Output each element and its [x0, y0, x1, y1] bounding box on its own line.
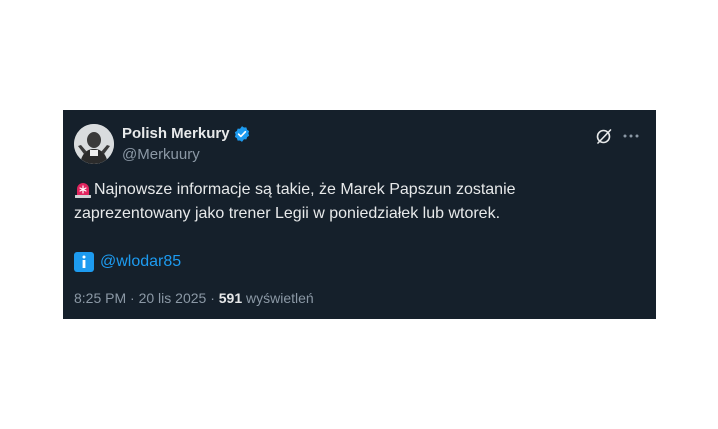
mention-row: @wlodar85: [74, 250, 181, 274]
grok-icon[interactable]: [595, 127, 613, 145]
verified-badge-icon: [233, 125, 251, 143]
views-count: 591: [218, 290, 243, 306]
author-name-row[interactable]: Polish Merkury: [122, 124, 251, 144]
views-label: wyświetleń: [246, 290, 314, 306]
avatar[interactable]: [74, 124, 114, 164]
author-handle[interactable]: @Merkuury: [122, 145, 200, 165]
meta-separator: ·: [210, 290, 219, 306]
tweet-text: Najnowsze informacje są takie, że Marek …: [74, 178, 644, 226]
more-horizontal-icon[interactable]: [622, 127, 640, 145]
tweet-text-line-2-text: zaprezentowany jako trener Legii w ponie…: [74, 205, 501, 222]
tweet-text-line-2: zaprezentowany jako trener Legii w ponie…: [74, 202, 644, 226]
tweet-meta: 8:25 PM · 20 lis 2025 · 591 wyświetleń: [74, 288, 314, 308]
meta-separator: ·: [130, 290, 139, 306]
mention-link[interactable]: @wlodar85: [100, 250, 181, 274]
police-light-icon: [74, 181, 92, 199]
information-icon: [74, 252, 94, 272]
tweet-text-line-1: Najnowsze informacje są takie, że Marek …: [74, 178, 644, 202]
tweet-text-line-1-text: Najnowsze informacje są takie, że Marek …: [94, 181, 516, 198]
tweet-time[interactable]: 8:25 PM: [74, 290, 126, 306]
tweet-card[interactable]: Polish Merkury @Merkuury Najnowsze infor…: [63, 110, 656, 319]
tweet-date[interactable]: 20 lis 2025: [139, 290, 207, 306]
author-name[interactable]: Polish Merkury: [122, 124, 230, 144]
